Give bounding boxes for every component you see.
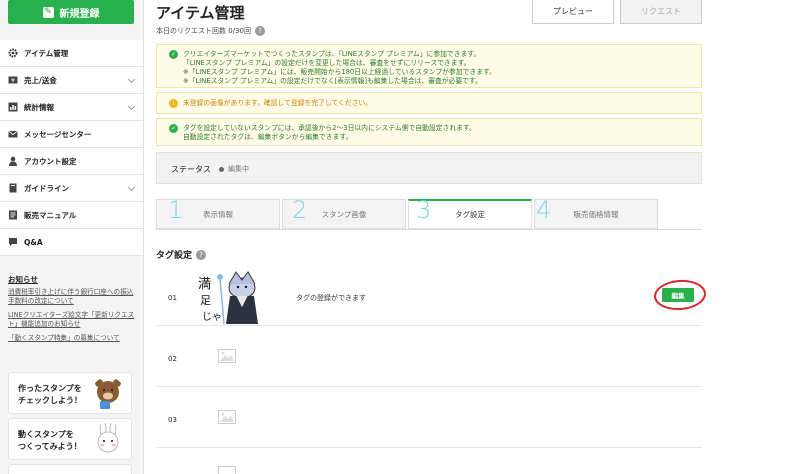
image-placeholder-icon [218, 466, 236, 474]
tag-info-alert: ✓ タグを設定していないスタンプには、承認後から2〜3日以内にシステム側で自動設… [156, 118, 702, 146]
alert-line: ※「LINEスタンプ プレミアム」の設定だけでなく[表示情報]も編集した場合は、… [183, 77, 482, 85]
bunny-mascot-icon [97, 423, 119, 453]
sidebar-item-item-management[interactable]: アイテム管理 [0, 40, 143, 67]
manual-icon [8, 210, 18, 220]
request-button[interactable]: リクエスト [620, 0, 702, 24]
warning-icon: ! [169, 99, 178, 108]
svg-text:足: 足 [200, 294, 211, 307]
sidebar: ✎ 新規登録 アイテム管理 ¥ 売上/送金 統計情報 メッセージセンター アカウ… [0, 0, 144, 474]
notice-link[interactable]: 消費税率引き上げに伴う銀行口座への振込手数料の改定について [8, 288, 136, 306]
mail-icon [8, 129, 18, 139]
alert-line: 自動設定されたタグは、編集ボタンから編集できます。 [183, 133, 353, 141]
page-title: アイテム管理 [156, 4, 245, 22]
warning-text: 未登録の画像があります。確認して登録を完了してください。 [183, 99, 373, 107]
sidebar-item-label: 統計情報 [24, 102, 54, 112]
help-icon[interactable]: ? [196, 249, 207, 260]
status-value: 編集中 [219, 164, 249, 174]
sidebar-item-guidelines[interactable]: ガイドライン [0, 175, 143, 202]
sidebar-item-sales-manual[interactable]: 販売マニュアル [0, 202, 143, 229]
premium-info-alert: ✓ クリエイターズマーケットでつくったスタンプは、「LINEスタンプ プレミアム… [156, 44, 702, 88]
user-icon [8, 156, 18, 166]
new-registration-label: 新規登録 [59, 8, 100, 20]
svg-text:満: 満 [198, 277, 211, 292]
check-circle-icon: ✓ [169, 50, 178, 59]
book-icon [8, 183, 18, 193]
chevron-down-icon [127, 183, 136, 192]
chevron-down-icon [127, 75, 136, 84]
svg-text:じゃ: じゃ [202, 311, 222, 323]
alert-line: クリエイターズマーケットでつくったスタンプは、「LINEスタンプ プレミアム」に… [183, 50, 481, 58]
step-annotation: 3 [416, 196, 432, 224]
row-number: 01 [168, 294, 177, 302]
brown-bear-mascot-icon [95, 379, 121, 409]
sidebar-item-label: アイテム管理 [24, 48, 69, 58]
table-row: 02 [156, 327, 702, 387]
preview-button[interactable]: プレビュー [532, 0, 614, 24]
sidebar-item-statistics[interactable]: 統計情報 [0, 94, 143, 121]
sidebar-item-label: ガイドライン [24, 183, 69, 193]
promo-line: 動くスタンプを [18, 430, 74, 439]
tab-label: タグ設定 [455, 210, 485, 219]
promo-partial[interactable] [8, 464, 132, 474]
sidebar-item-qa[interactable]: Q&A [0, 229, 143, 256]
tag-section-title-text: タグ設定 [156, 251, 193, 261]
svg-text:¥: ¥ [11, 77, 15, 84]
promo-line: つくってみよう！ [18, 442, 82, 451]
status-value-text: 編集中 [228, 165, 249, 173]
row-number: 03 [168, 416, 177, 424]
tag-section-title: タグ設定 ? [156, 248, 207, 261]
tab-label: 表示情報 [203, 209, 233, 219]
gear-icon [8, 48, 18, 58]
image-placeholder-icon [218, 349, 236, 363]
promo-check-stickers[interactable]: 作ったスタンプを チェックしよう！ [8, 372, 132, 414]
edit-icon: ✎ [42, 6, 54, 18]
image-placeholder-icon [218, 410, 236, 424]
row-tag-text: タグの登録ができます [296, 294, 366, 302]
request-count-text: 本日のリクエスト回数 0/30回 [156, 27, 251, 35]
notice-title: お知らせ [8, 275, 38, 284]
question-icon [8, 237, 18, 247]
main-content: アイテム管理 本日のリクエスト回数 0/30回 ? プレビュー リクエスト ✓ … [156, 0, 707, 474]
promo-animated-stickers[interactable]: 動くスタンプを つくってみよう！ [8, 418, 132, 460]
alert-line: 「LINEスタンプ プレミアム」の設定だけを変更した場合は、審査をせずにリリース… [183, 59, 471, 67]
sticker-image: 満 足 じゃ [198, 271, 258, 325]
notice-link[interactable]: 「動くスタンプ特集」の募集について [8, 334, 136, 343]
sidebar-item-label: 販売マニュアル [24, 210, 77, 220]
promo-line: チェックしよう！ [18, 396, 82, 405]
tab-label: 販売価格情報 [573, 209, 619, 219]
step-annotation: 1 [168, 196, 184, 224]
new-registration-button[interactable]: ✎ 新規登録 [8, 0, 134, 24]
step-annotation: 2 [292, 196, 308, 224]
chart-icon [8, 102, 18, 112]
step-annotation: 4 [536, 196, 552, 224]
yen-icon: ¥ [8, 75, 18, 85]
status-dot-icon [219, 166, 224, 172]
request-count: 本日のリクエスト回数 0/30回 ? [156, 26, 265, 36]
alert-line: タグを設定していないスタンプには、承認後から2〜3日以内にシステム側で自動設定さ… [183, 124, 476, 132]
sidebar-item-label: 売上/送金 [24, 75, 57, 85]
sidebar-item-label: メッセージセンター [24, 129, 92, 139]
notice-link[interactable]: LINEクリエイターズ絵文字「更新リクエスト」機能追加のお知らせ [8, 311, 136, 329]
warning-alert: ! 未登録の画像があります。確認して登録を完了してください。 [156, 92, 702, 114]
alert-line: ※「LINEスタンプ プレミアム」には、販売開始から180日以上経過しているスタ… [183, 68, 496, 76]
chevron-down-icon [127, 102, 136, 111]
status-box: ステータス 編集中 [156, 152, 702, 184]
promo-line: 作ったスタンプを [18, 384, 82, 393]
help-icon[interactable]: ? [254, 26, 265, 36]
tab-divider [156, 229, 702, 230]
sidebar-item-message-center[interactable]: メッセージセンター [0, 121, 143, 148]
status-label: ステータス [171, 165, 211, 174]
check-circle-icon: ✓ [169, 124, 178, 133]
sidebar-item-label: アカウント設定 [24, 156, 77, 166]
table-row: 03 [156, 388, 702, 448]
row-number: 02 [168, 355, 177, 363]
tab-sales-price[interactable]: 販売価格情報 [534, 199, 658, 229]
sidebar-item-label: Q&A [24, 237, 43, 247]
sidebar-item-sales[interactable]: ¥ 売上/送金 [0, 67, 143, 94]
sidebar-item-account-settings[interactable]: アカウント設定 [0, 148, 143, 175]
tab-label: スタンプ画像 [321, 209, 367, 219]
